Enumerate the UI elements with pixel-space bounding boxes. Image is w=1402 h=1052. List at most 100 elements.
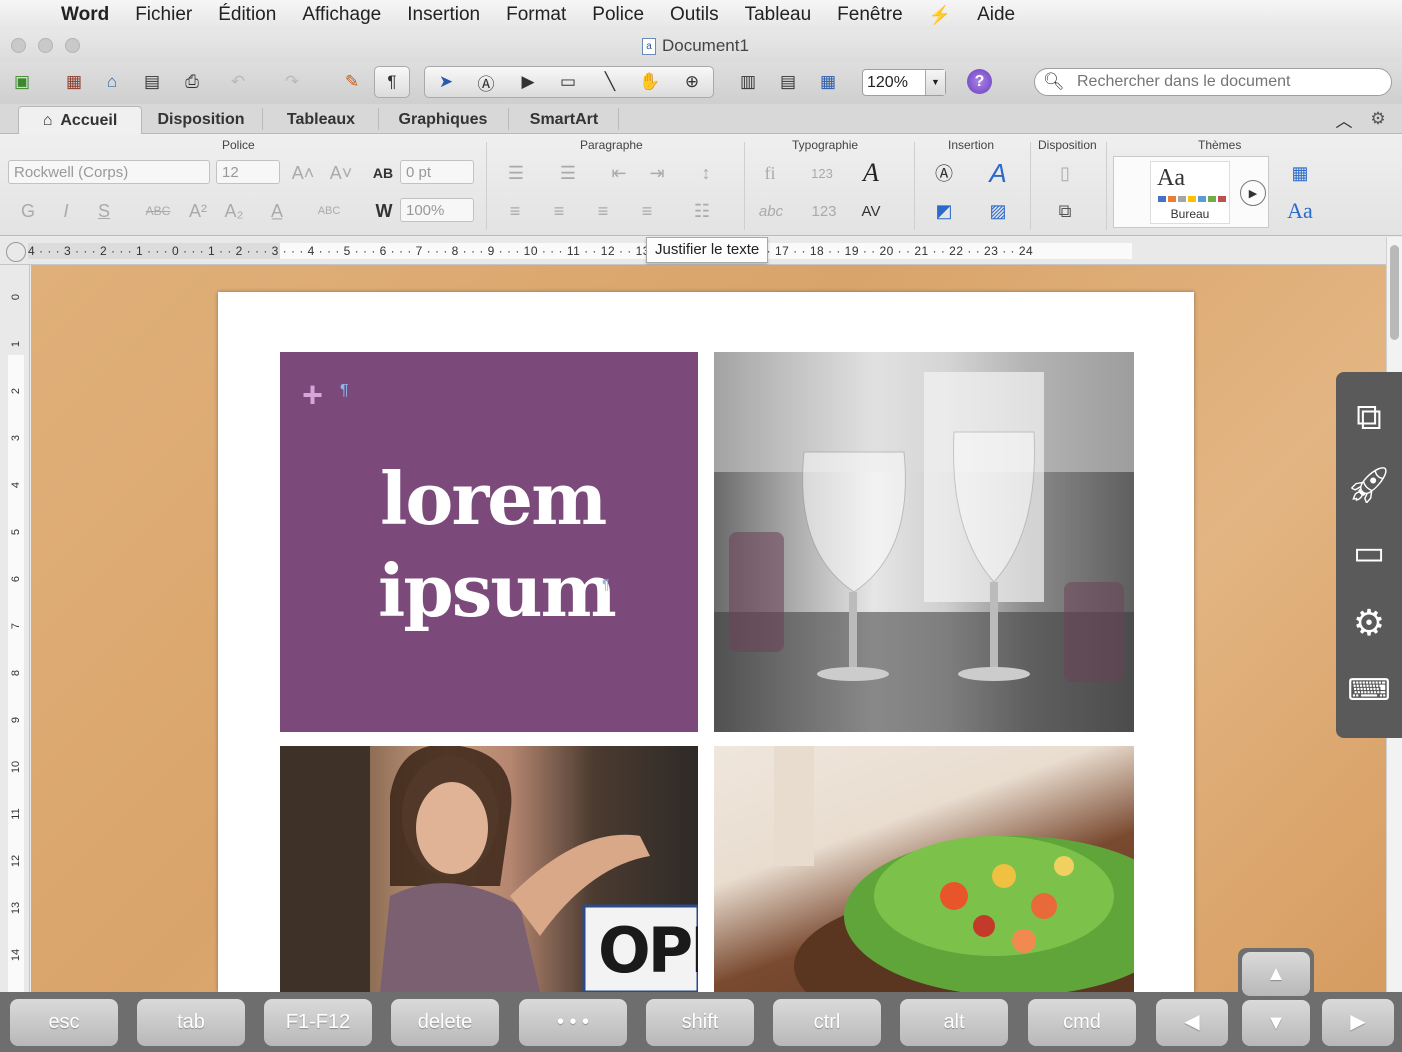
key-esc[interactable]: esc [10, 999, 118, 1046]
superscript-icon[interactable]: A² [184, 198, 212, 224]
grow-font-icon[interactable]: A˄ [288, 160, 318, 186]
ribbon-settings-icon[interactable]: ⚙ [1362, 104, 1394, 134]
key-delete[interactable]: delete [391, 999, 499, 1046]
title-panel[interactable]: + ¶ lorem ipsum ¶ [280, 352, 698, 732]
font-size-field[interactable]: 12 [216, 160, 280, 184]
tab-tableaux[interactable]: Tableaux [268, 106, 374, 134]
character-spacing-icon[interactable]: AB [368, 160, 398, 186]
theme-bureau[interactable]: Aa Bureau [1150, 161, 1230, 224]
pilcrow-icon[interactable]: ¶ [376, 67, 408, 97]
menu-tableau[interactable]: Tableau [745, 4, 812, 26]
print-icon[interactable]: ⎙ [176, 67, 208, 97]
menu-format[interactable]: Format [506, 4, 566, 26]
align-right-icon[interactable]: ≡ [588, 198, 618, 224]
hand-tool-icon[interactable]: ✋ [634, 67, 666, 97]
select-arrow-icon[interactable]: ➤ [430, 67, 462, 97]
zoom-select[interactable]: 120% ▼ [862, 69, 946, 96]
save-icon[interactable]: ▤ [136, 67, 168, 97]
menu-affichage[interactable]: Affichage [302, 4, 381, 26]
title-line-1[interactable]: lorem [380, 456, 607, 541]
shape-options-icon[interactable]: ⊕ [676, 67, 708, 97]
new-document-icon[interactable]: ▣ [6, 67, 38, 97]
redo-icon[interactable]: ↷ [276, 67, 308, 97]
insert-picture-icon[interactable]: ▨ [978, 196, 1018, 226]
wordart-icon[interactable]: A [978, 158, 1018, 188]
underline-icon[interactable]: S [90, 198, 118, 224]
toolbox-icon[interactable]: ▤ [772, 67, 804, 97]
tab-stop-selector[interactable] [6, 242, 26, 262]
woman-shop-door-photo[interactable]: OPE [280, 746, 698, 992]
numbered-list-icon[interactable]: ☰ [548, 160, 588, 186]
collapse-ribbon-icon[interactable]: ︿ [1328, 104, 1360, 134]
search-input[interactable] [1077, 72, 1383, 92]
minimize-window-button[interactable] [38, 38, 53, 53]
contextual-alternates-icon[interactable]: abc [750, 198, 792, 224]
menu-police[interactable]: Police [592, 4, 644, 26]
menu-outils[interactable]: Outils [670, 4, 719, 26]
decrease-indent-icon[interactable]: ⇤ [604, 160, 634, 186]
scale-icon[interactable]: W [368, 198, 400, 224]
italic-icon[interactable]: I [52, 198, 80, 224]
line-spacing-icon[interactable]: ↕ [686, 160, 726, 186]
key-alt[interactable]: alt [900, 999, 1008, 1046]
tab-disposition[interactable]: Disposition [146, 106, 256, 134]
rectangle-shape-icon[interactable]: ▭ [552, 67, 584, 97]
kerning-icon[interactable]: AV [856, 198, 886, 224]
close-window-button[interactable] [11, 38, 26, 53]
theme-fonts-icon[interactable]: Aa [1278, 196, 1322, 226]
sidebar-toggle-icon[interactable]: ▥ [732, 67, 764, 97]
zoom-window-button[interactable] [65, 38, 80, 53]
menu-fichier[interactable]: Fichier [135, 4, 192, 26]
gallery-icon[interactable]: ▦ [58, 67, 90, 97]
keyboard-icon[interactable]: ⌨ [1346, 668, 1392, 714]
menu-app-name[interactable]: Word [61, 4, 109, 26]
key-arrow-left[interactable]: ◀ [1156, 999, 1228, 1046]
scale-field[interactable]: 100% [400, 198, 474, 222]
menu-edition[interactable]: Édition [218, 4, 276, 26]
script-menu-icon[interactable]: ⚡ [929, 5, 951, 26]
bold-icon[interactable]: G [14, 198, 42, 224]
ligatures-icon[interactable]: fi [752, 160, 788, 186]
theme-next-icon[interactable]: ▶ [1240, 180, 1266, 206]
search-field[interactable]: 🔍︎ [1034, 68, 1392, 96]
salad-photo[interactable] [714, 746, 1134, 992]
tab-accueil[interactable]: ⌂ Accueil [18, 106, 142, 134]
shrink-font-icon[interactable]: A˅ [326, 160, 356, 186]
arrange-icon[interactable]: ▯ [1040, 158, 1090, 188]
windows-icon[interactable]: ⧉ [1346, 394, 1392, 440]
insert-shape-icon[interactable]: ◩ [924, 196, 964, 226]
insert-text-box-icon[interactable]: Ⓐ [924, 158, 964, 188]
key-arrow-down[interactable]: ▼ [1242, 1000, 1310, 1046]
subscript-icon[interactable]: A₂ [220, 198, 248, 224]
wine-glasses-photo[interactable] [714, 352, 1134, 732]
wrap-text-icon[interactable]: ⧉ [1040, 196, 1090, 226]
theme-colors-icon[interactable]: ▦ [1280, 158, 1320, 188]
justify-icon[interactable]: ≡ [632, 198, 662, 224]
key-arrow-right[interactable]: ▶ [1322, 999, 1394, 1046]
font-color-icon[interactable]: A̲ [262, 198, 292, 224]
scrollbar-thumb[interactable] [1390, 245, 1399, 340]
settings-gear-icon[interactable]: ⚙ [1346, 600, 1392, 646]
bulleted-list-icon[interactable]: ☰ [496, 160, 536, 186]
key-cmd[interactable]: cmd [1028, 999, 1136, 1046]
key-more[interactable]: • • • [519, 999, 627, 1046]
undo-icon[interactable]: ↶ [222, 67, 254, 97]
media-browser-icon[interactable]: ▦ [812, 67, 844, 97]
menu-fenetre[interactable]: Fenêtre [837, 4, 902, 26]
line-shape-icon[interactable]: ╲ [594, 67, 626, 97]
open-folder-icon[interactable]: ⌂ [96, 67, 128, 97]
key-shift[interactable]: shift [646, 999, 754, 1046]
vertical-ruler[interactable]: 0 1 2 3 4 5 6 7 8 9 10 11 12 13 14 [0, 265, 30, 992]
tab-graphiques[interactable]: Graphiques [384, 106, 502, 134]
table-move-handle-icon[interactable]: + [302, 374, 323, 416]
align-left-icon[interactable]: ≡ [500, 198, 530, 224]
rocket-icon[interactable]: 🚀︎ [1346, 462, 1392, 508]
key-f1-f12[interactable]: F1-F12 [264, 999, 372, 1046]
paragraph-spacing-icon[interactable]: ☷ [680, 198, 724, 224]
number-spacing-icon[interactable]: 123 [804, 198, 844, 224]
help-button[interactable]: ? [967, 69, 992, 94]
strikethrough-icon[interactable]: ABC [140, 198, 176, 224]
number-style-icon[interactable]: 123 [804, 160, 840, 186]
stylistic-set-icon[interactable]: A [856, 158, 886, 188]
menu-insertion[interactable]: Insertion [407, 4, 480, 26]
